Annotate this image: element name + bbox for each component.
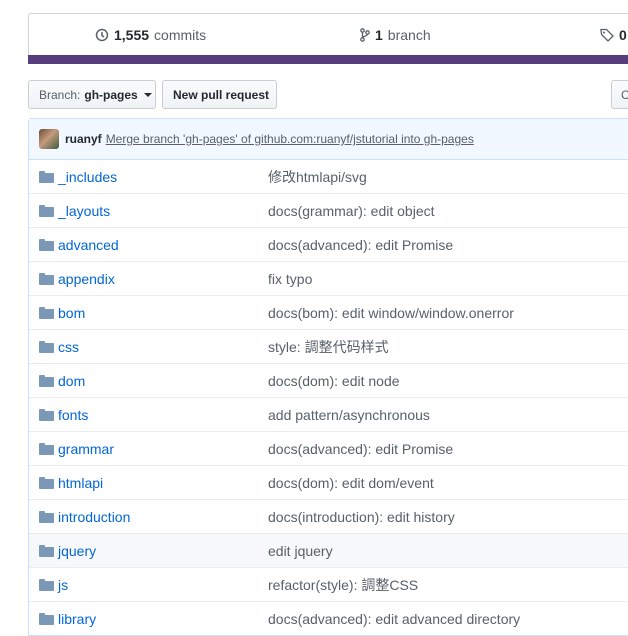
file-name-link[interactable]: dom <box>58 373 85 389</box>
clone-button[interactable]: C <box>611 80 628 109</box>
folder-icon <box>39 613 54 625</box>
branch-select-button[interactable]: Branch: gh-pages <box>28 80 156 109</box>
file-name-link[interactable]: advanced <box>58 237 119 253</box>
table-row: grammar docs(advanced): edit Promise <box>29 431 628 465</box>
folder-icon <box>39 579 54 591</box>
commit-message-link[interactable]: docs(introduction): edit history <box>268 509 455 525</box>
folder-icon <box>39 477 54 489</box>
table-row: bom docs(bom): edit window/window.onerror <box>29 295 628 329</box>
table-row: advanced docs(advanced): edit Promise <box>29 227 628 261</box>
folder-icon <box>39 341 54 353</box>
table-row: js refactor(style): 調整CSS <box>29 567 628 601</box>
branch-label: branch <box>387 27 431 43</box>
branch-prefix: Branch: <box>39 87 81 102</box>
new-pull-request-label: New pull request <box>173 87 270 102</box>
file-name-link[interactable]: fonts <box>58 407 88 423</box>
commit-message-link[interactable]: docs(dom): edit node <box>268 373 400 389</box>
file-name-link[interactable]: appendix <box>58 271 115 287</box>
commits-link[interactable]: 1,555 commits <box>95 27 206 43</box>
commit-message-link[interactable]: docs(advanced): edit Promise <box>268 441 453 457</box>
commit-message-link[interactable]: docs(advanced): edit Promise <box>268 237 453 253</box>
folder-icon <box>39 205 54 217</box>
folder-icon <box>39 307 54 319</box>
table-row: dom docs(dom): edit node <box>29 363 628 397</box>
release-count: 0 <box>619 27 627 43</box>
branches-link[interactable]: 1 branch <box>360 27 431 43</box>
folder-icon <box>39 375 54 387</box>
branch-count: 1 <box>375 27 383 43</box>
file-name-link[interactable]: bom <box>58 305 85 321</box>
folder-icon <box>39 511 54 523</box>
latest-commit: ruanyf Merge branch 'gh-pages' of github… <box>29 119 628 160</box>
caret-down-icon <box>143 92 152 97</box>
clone-label: C <box>621 87 628 102</box>
branch-icon <box>360 28 370 42</box>
new-pull-request-button[interactable]: New pull request <box>162 80 277 109</box>
commit-message-link[interactable]: edit jquery <box>268 543 333 559</box>
table-row: _includes 修改htmlapi/svg <box>29 160 628 193</box>
commit-message-link[interactable]: refactor(style): 調整CSS <box>268 575 418 595</box>
folder-icon <box>39 545 54 557</box>
commit-message-link[interactable]: docs(grammar): edit object <box>268 203 435 219</box>
table-row: htmlapi docs(dom): edit dom/event <box>29 465 628 499</box>
table-row: introduction docs(introduction): edit his… <box>29 499 628 533</box>
folder-icon <box>39 443 54 455</box>
file-table: ruanyf Merge branch 'gh-pages' of github… <box>28 118 628 636</box>
commits-count: 1,555 <box>114 27 150 43</box>
file-name-link[interactable]: jquery <box>58 543 96 559</box>
commit-message-link[interactable]: 修改htmlapi/svg <box>268 167 367 187</box>
file-name-link[interactable]: _includes <box>58 169 117 185</box>
branch-name: gh-pages <box>84 87 138 102</box>
file-name-link[interactable]: introduction <box>58 509 130 525</box>
table-row: _layouts docs(grammar): edit object <box>29 193 628 227</box>
tag-icon <box>600 28 614 42</box>
language-bar[interactable] <box>28 55 628 64</box>
table-row: appendix fix typo <box>29 261 628 295</box>
commit-message-link[interactable]: docs(bom): edit window/window.onerror <box>268 305 514 321</box>
commit-message[interactable]: Merge branch 'gh-pages' of github.com:ru… <box>106 132 474 146</box>
file-name-link[interactable]: js <box>58 577 68 593</box>
folder-icon <box>39 273 54 285</box>
commit-author[interactable]: ruanyf <box>65 132 102 146</box>
file-name-link[interactable]: _layouts <box>58 203 110 219</box>
table-row: jquery edit jquery <box>29 533 628 567</box>
table-row: fonts add pattern/asynchronous <box>29 397 628 431</box>
commit-message-link[interactable]: docs(advanced): edit advanced directory <box>268 611 520 627</box>
commit-message-link[interactable]: fix typo <box>268 271 312 287</box>
releases-link[interactable]: 0 <box>600 27 627 43</box>
commit-message-link[interactable]: style: 調整代码样式 <box>268 337 389 357</box>
folder-icon <box>39 409 54 421</box>
file-name-link[interactable]: library <box>58 611 96 627</box>
table-row: css style: 調整代码样式 <box>29 329 628 363</box>
history-icon <box>95 28 109 42</box>
commit-message-link[interactable]: add pattern/asynchronous <box>268 407 430 423</box>
file-name-link[interactable]: css <box>58 339 79 355</box>
folder-icon <box>39 171 54 183</box>
table-row: library docs(advanced): edit advanced dir… <box>29 601 628 635</box>
file-name-link[interactable]: htmlapi <box>58 475 103 491</box>
file-name-link[interactable]: grammar <box>58 441 114 457</box>
folder-icon <box>39 239 54 251</box>
commits-label: commits <box>154 27 207 43</box>
file-list: _includes 修改htmlapi/svg _layouts docs(gramm… <box>29 160 628 635</box>
commit-message-link[interactable]: docs(dom): edit dom/event <box>268 475 434 491</box>
avatar[interactable] <box>39 129 59 149</box>
